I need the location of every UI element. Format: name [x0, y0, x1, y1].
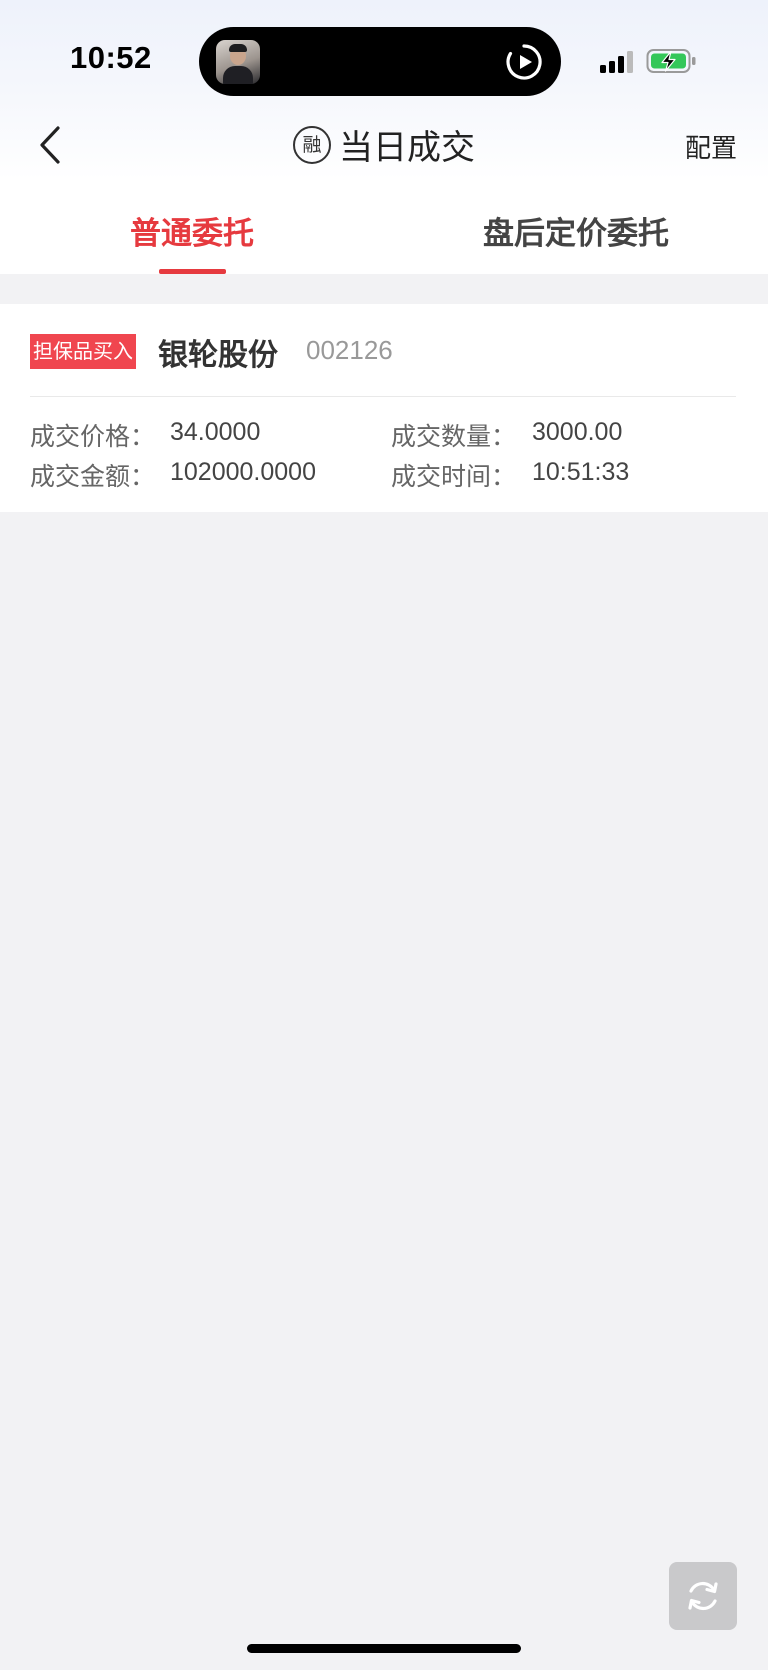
- quantity-value: 3000.00: [532, 418, 623, 446]
- price-value: 34.0000: [170, 418, 261, 446]
- tab-after-hours-order[interactable]: 盘后定价委托: [384, 208, 768, 253]
- battery-charging-icon: [646, 49, 696, 73]
- price-label: 成交价格：: [30, 422, 156, 451]
- home-indicator[interactable]: [247, 1644, 521, 1653]
- nav-title-bar: 融 当日成交: [0, 120, 768, 170]
- page-title: 当日成交: [339, 128, 475, 168]
- tab-normal-order[interactable]: 普通委托: [0, 208, 384, 253]
- amount-label: 成交金额：: [30, 462, 156, 491]
- time-label: 成交时间：: [391, 462, 517, 491]
- refresh-icon: [688, 1581, 718, 1611]
- card-divider: [30, 396, 736, 397]
- config-button[interactable]: 配置: [685, 128, 737, 165]
- active-tab-indicator: [159, 269, 226, 274]
- play-circle-icon[interactable]: [505, 43, 543, 81]
- media-thumbnail: [216, 40, 260, 84]
- trade-type-badge: 担保品买入: [30, 334, 136, 369]
- cellular-signal-icon: [600, 51, 633, 73]
- status-time: 10:52: [70, 40, 152, 75]
- stock-code: 002126: [306, 335, 393, 365]
- stock-name: 银轮股份: [158, 338, 278, 373]
- amount-value: 102000.0000: [170, 458, 316, 486]
- margin-badge-icon: 融: [293, 125, 331, 164]
- refresh-button[interactable]: [669, 1562, 737, 1630]
- dynamic-island[interactable]: [199, 27, 561, 96]
- trade-card[interactable]: 担保品买入 银轮股份 002126 成交价格： 34.0000 成交数量： 30…: [0, 304, 768, 512]
- time-value: 10:51:33: [532, 458, 630, 486]
- quantity-label: 成交数量：: [391, 422, 517, 451]
